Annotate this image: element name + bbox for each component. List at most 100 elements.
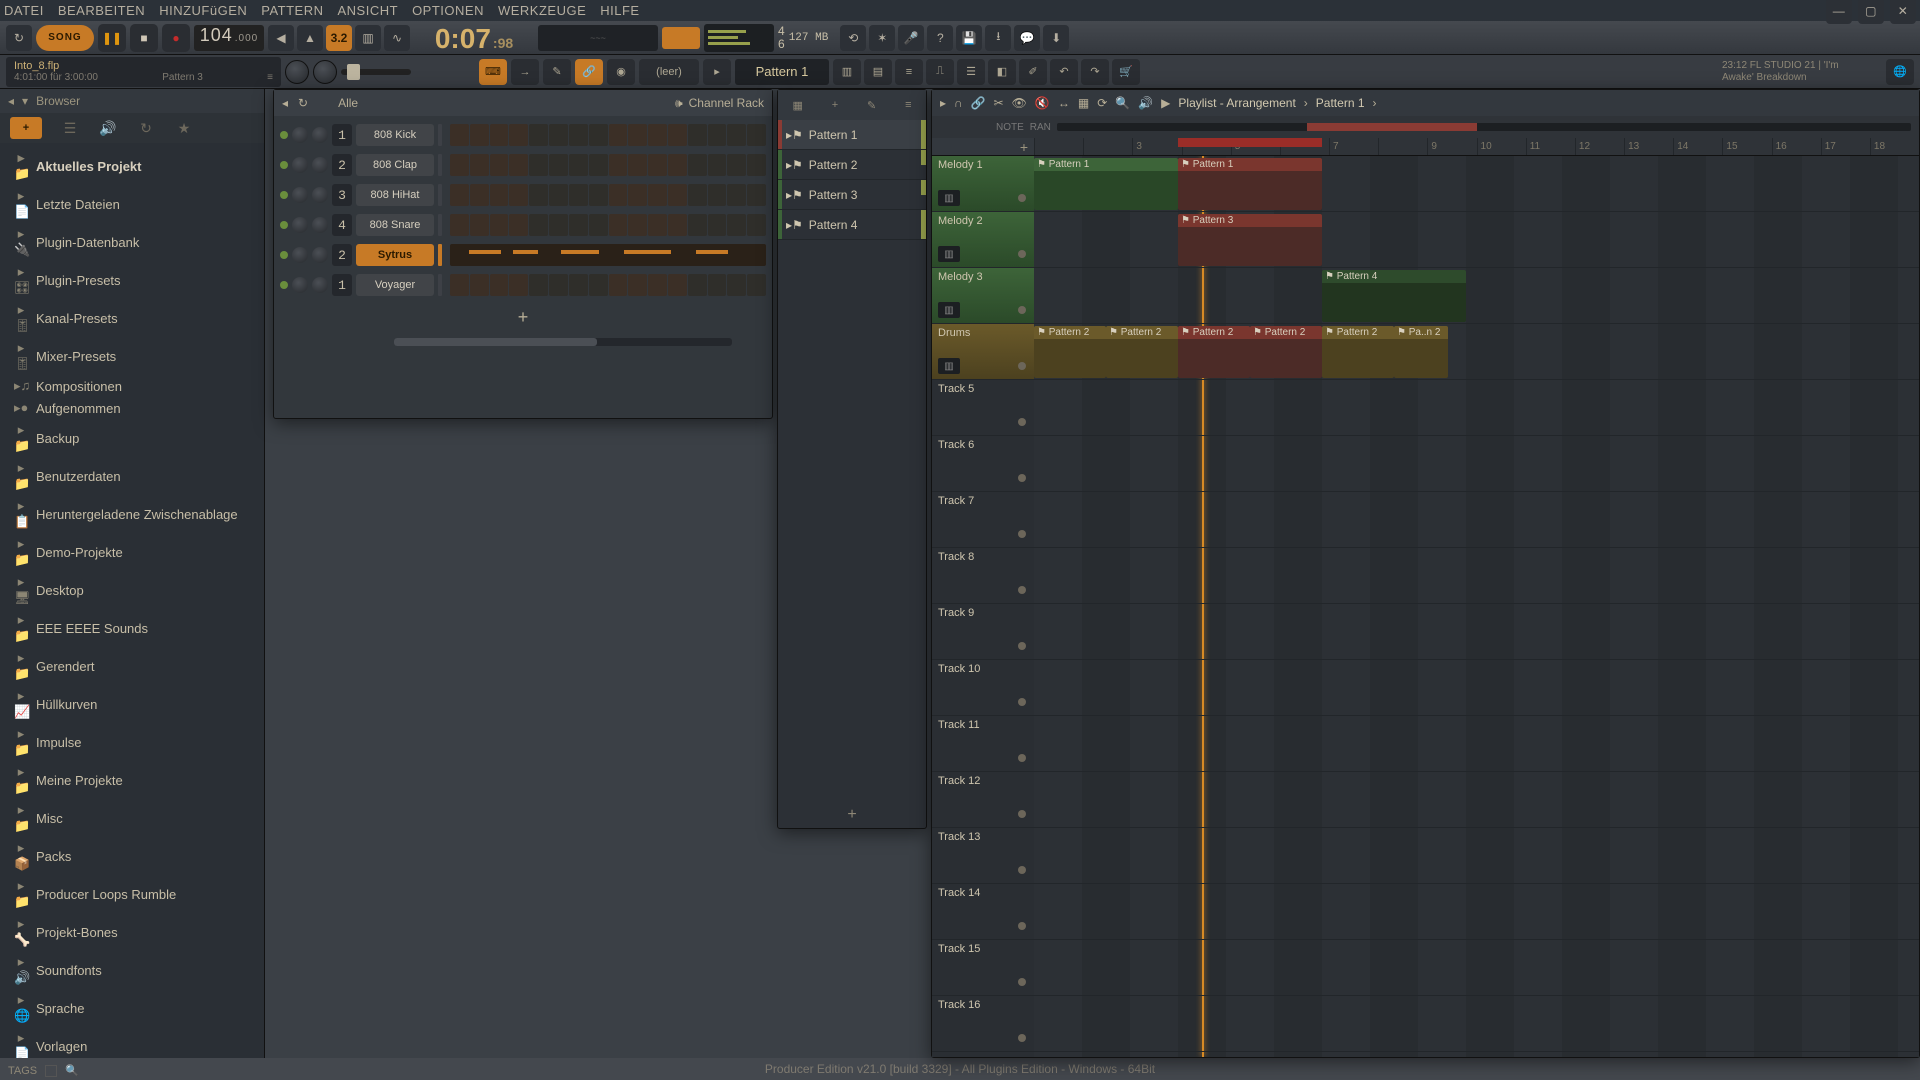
tags-toggle-icon[interactable] xyxy=(45,1065,57,1077)
pattern-display[interactable]: Pattern 1 xyxy=(735,59,829,85)
browser-item[interactable]: ▸🔊Soundfonts xyxy=(0,951,264,989)
channel-pan-knob[interactable] xyxy=(292,127,308,143)
step-cell[interactable] xyxy=(589,154,608,176)
channel-select-bar[interactable] xyxy=(438,274,442,296)
browser-tree[interactable]: ▸📁Aktuelles Projekt▸📄Letzte Dateien▸🔌Plu… xyxy=(0,143,264,1058)
tool-redo-icon[interactable]: ↷ xyxy=(1081,59,1109,85)
menu-tools[interactable]: WERKZEUGE xyxy=(498,3,586,18)
playlist-ruler[interactable]: + 3579101112131415161718 xyxy=(932,138,1919,156)
browser-item[interactable]: ▸📦Packs xyxy=(0,837,264,875)
channel-vol-knob[interactable] xyxy=(312,187,328,203)
step-cell[interactable] xyxy=(569,154,588,176)
track-header[interactable]: Track 7 xyxy=(932,492,1034,548)
step-cell[interactable] xyxy=(628,214,647,236)
browser-item[interactable]: ▸📁Aktuelles Projekt xyxy=(0,147,264,185)
piano-roll-preview[interactable] xyxy=(450,244,766,266)
main-volume-knob[interactable] xyxy=(285,60,309,84)
step-cell[interactable] xyxy=(470,274,489,296)
ruler-bar[interactable]: 10 xyxy=(1477,138,1526,155)
render-icon[interactable]: ⭳ xyxy=(985,25,1011,51)
channel-led[interactable] xyxy=(280,221,288,229)
channel-row[interactable]: 1 Voyager xyxy=(280,272,766,298)
playlist-header[interactable]: ▸ ∩ 🔗 ✂ 👁 🔇 ↔ ▦ ⟳ 🔍 🔊 ▶ Playlist - Arran… xyxy=(932,90,1919,116)
maximize-button[interactable]: ▢ xyxy=(1858,0,1884,24)
snap-next-icon[interactable]: ▸ xyxy=(703,59,731,85)
ruler-bar[interactable]: 13 xyxy=(1624,138,1673,155)
step-cell[interactable] xyxy=(529,274,548,296)
pl-sound-icon[interactable]: 🔊 xyxy=(1138,96,1153,110)
channel-pan-knob[interactable] xyxy=(292,217,308,233)
channel-led[interactable] xyxy=(280,251,288,259)
channel-select-bar[interactable] xyxy=(438,244,442,266)
overdub-icon[interactable]: ✎ xyxy=(543,59,571,85)
track-mini-icon[interactable]: ▥ xyxy=(938,246,960,262)
song-pattern-switch[interactable]: SONG xyxy=(36,25,94,51)
browser-item[interactable]: ▸📁EEE EEEE Sounds xyxy=(0,609,264,647)
chat-icon[interactable]: 💬 xyxy=(1014,25,1040,51)
menu-edit[interactable]: BEARBEITEN xyxy=(58,3,145,18)
step-cell[interactable] xyxy=(628,274,647,296)
channel-led[interactable] xyxy=(280,281,288,289)
channel-row[interactable]: 1 808 Kick xyxy=(280,122,766,148)
step-cell[interactable] xyxy=(708,214,727,236)
step-cell[interactable] xyxy=(450,274,469,296)
step-cell[interactable] xyxy=(747,184,766,206)
track-add-button[interactable]: + xyxy=(932,138,1034,155)
browser-item[interactable]: ▸🔌Plugin-Datenbank xyxy=(0,223,264,261)
track-mute-dot[interactable] xyxy=(1018,418,1026,426)
step-cell[interactable] xyxy=(609,124,628,146)
channel-select-bar[interactable] xyxy=(438,214,442,236)
browser-item[interactable]: ▸📁Gerendert xyxy=(0,647,264,685)
track-mute-dot[interactable] xyxy=(1018,1034,1026,1042)
track-mute-dot[interactable] xyxy=(1018,586,1026,594)
picker-item[interactable]: ▸⚑ Pattern 1 xyxy=(778,120,926,150)
playlist-clip[interactable]: ⚑ Pattern 2 xyxy=(1178,326,1250,378)
track-header[interactable]: Track 9 xyxy=(932,604,1034,660)
track-lane[interactable] xyxy=(1034,604,1919,660)
pl-arrows-icon[interactable]: ↔ xyxy=(1058,96,1070,110)
step-cell[interactable] xyxy=(688,154,707,176)
step-cell[interactable] xyxy=(609,214,628,236)
view-pianoroll-icon[interactable]: ▤ xyxy=(864,59,892,85)
ruler-bar[interactable] xyxy=(1378,138,1427,155)
record-button[interactable]: ● xyxy=(162,24,190,52)
step-cell[interactable] xyxy=(747,124,766,146)
tempo-display[interactable]: 104.000 xyxy=(194,25,264,51)
pl-play-icon[interactable]: ▶ xyxy=(1161,96,1170,110)
step-cell[interactable] xyxy=(688,124,707,146)
channel-vol-knob[interactable] xyxy=(312,127,328,143)
track-lane[interactable] xyxy=(1034,660,1919,716)
browser-item[interactable]: ▸🦴Projekt-Bones xyxy=(0,913,264,951)
step-cell[interactable] xyxy=(648,154,667,176)
menu-file[interactable]: DATEI xyxy=(4,3,44,18)
browser-item[interactable]: ▸📄Vorlagen xyxy=(0,1027,264,1058)
step-cell[interactable] xyxy=(549,274,568,296)
pl-mute-icon[interactable]: 🔇 xyxy=(1035,96,1050,110)
step-sequence[interactable] xyxy=(450,214,766,236)
browser-item[interactable]: ▸🎚Kanal-Presets xyxy=(0,299,264,337)
step-cell[interactable] xyxy=(589,184,608,206)
pl-grid-icon[interactable]: ▦ xyxy=(1078,96,1089,110)
step-cell[interactable] xyxy=(490,274,509,296)
step-cell[interactable] xyxy=(509,124,528,146)
step-cell[interactable] xyxy=(569,274,588,296)
browser-filter-icon[interactable]: ☰ xyxy=(60,118,80,138)
pl-magnet-icon[interactable]: ∩ xyxy=(954,96,963,110)
main-pitch-knob[interactable] xyxy=(313,60,337,84)
ruler-bar[interactable]: 14 xyxy=(1673,138,1722,155)
step-sequence[interactable] xyxy=(450,184,766,206)
view-plugin-icon[interactable]: ◧ xyxy=(988,59,1016,85)
channel-select-bar[interactable] xyxy=(438,154,442,176)
ruler-bar[interactable]: 17 xyxy=(1821,138,1870,155)
channel-rack-header[interactable]: ◂ ↻ Alle 🕪Channel Rack xyxy=(274,90,772,116)
channel-vol-knob[interactable] xyxy=(312,217,328,233)
browser-item[interactable]: ▸📁Misc xyxy=(0,799,264,837)
tool-brush-icon[interactable]: ✐ xyxy=(1019,59,1047,85)
channel-rack-scrollbar[interactable] xyxy=(394,338,732,346)
track-mini-icon[interactable]: ▥ xyxy=(938,190,960,206)
track-lane[interactable] xyxy=(1034,492,1919,548)
minimize-button[interactable]: — xyxy=(1826,0,1852,24)
step-cell[interactable] xyxy=(490,154,509,176)
playlist-grid[interactable]: ✥ ⚑ Pattern 1⚑ Pattern 1⚑ Pattern 3⚑ Pat… xyxy=(1034,156,1919,1057)
snap-select[interactable]: (leer) xyxy=(639,59,699,85)
